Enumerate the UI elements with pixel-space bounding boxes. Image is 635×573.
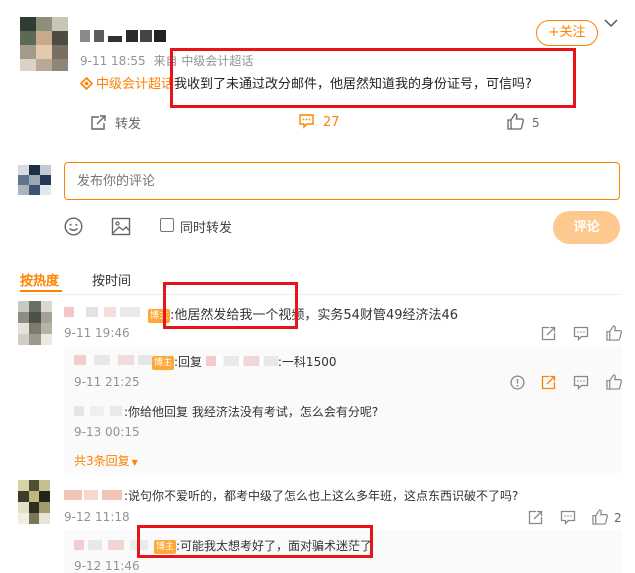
image-icon[interactable] <box>111 217 131 236</box>
topic-tag-link[interactable]: 中级会计超话 <box>96 77 174 92</box>
reply-icon[interactable] <box>573 326 589 341</box>
like-count: 2 <box>614 511 622 525</box>
reply-text: :你给他回复 我经济法没有考试，怎么会有分呢? <box>124 405 379 419</box>
submit-comment-button[interactable]: 评论 <box>553 211 620 244</box>
reply-time: 9-13 00:15 <box>74 425 140 439</box>
share-icon[interactable] <box>541 326 556 341</box>
topic-tag-icon <box>80 77 93 90</box>
follow-label: +关注 <box>548 25 586 40</box>
highlight-box-post <box>170 48 576 108</box>
more-replies-label: 共3条回复 <box>74 454 130 468</box>
reply-icon[interactable] <box>560 510 576 525</box>
thumbs-up-icon[interactable] <box>606 374 622 390</box>
reply-time: 9-11 21:25 <box>74 375 140 389</box>
sort-tab-hot[interactable]: 按热度 <box>20 270 59 289</box>
repost-icon <box>90 115 107 131</box>
comment-button[interactable]: 27 <box>298 113 340 130</box>
my-avatar <box>18 165 51 195</box>
reply-icon[interactable] <box>573 375 589 390</box>
comment-time: 9-11 19:46 <box>64 326 130 340</box>
emoji-icon[interactable] <box>64 217 83 236</box>
comment-input[interactable] <box>64 162 620 200</box>
comment-icon <box>298 113 315 129</box>
comment-time: 9-12 11:18 <box>64 510 130 524</box>
caret-down-icon: ▼ <box>131 458 138 467</box>
thumbs-up-icon[interactable] <box>606 325 622 341</box>
like-button[interactable]: 5 <box>507 113 540 130</box>
reply-text: :回复 <box>174 355 203 369</box>
thumbs-up-icon <box>507 113 524 130</box>
chevron-down-icon[interactable] <box>604 18 618 28</box>
highlight-box-comment-1 <box>163 282 298 329</box>
commenter-name[interactable] <box>64 490 124 500</box>
commenter-name[interactable] <box>74 355 152 365</box>
thumbs-up-icon <box>592 509 608 525</box>
poster-name[interactable] <box>80 28 168 44</box>
commenter-name[interactable] <box>74 406 124 416</box>
reply-text-tail: :一科1500 <box>277 355 337 369</box>
follow-button[interactable]: +关注 <box>536 20 598 46</box>
highlight-box-comment-2 <box>137 525 373 558</box>
more-replies-link[interactable]: 共3条回复 ▼ <box>74 452 138 469</box>
commenter-avatar[interactable] <box>18 480 50 524</box>
commenter-avatar[interactable] <box>18 301 52 345</box>
share-icon[interactable] <box>528 510 543 525</box>
repost-checkbox[interactable] <box>160 218 174 232</box>
repost-label: 转发 <box>115 117 142 132</box>
sort-divider <box>20 294 622 295</box>
comment-count: 27 <box>323 115 340 130</box>
reply-target-name[interactable] <box>205 356 278 366</box>
like-button[interactable]: 2 <box>592 509 622 525</box>
poster-avatar[interactable] <box>20 17 68 71</box>
comment-text: :说句你不爱听的，都考中级了怎么也上这么多年班，这点东西识破不了吗? <box>124 489 519 503</box>
submit-label: 评论 <box>573 220 600 235</box>
repost-button[interactable]: 转发 <box>90 113 141 132</box>
post-time[interactable]: 9-11 18:55 <box>80 54 146 68</box>
reply-time: 9-12 11:46 <box>74 559 140 573</box>
sort-tab-time[interactable]: 按时间 <box>92 270 131 289</box>
sort-tab-hot-underline <box>20 290 62 292</box>
author-badge: 博主 <box>152 356 175 370</box>
like-count: 5 <box>532 116 540 130</box>
share-icon[interactable] <box>541 375 556 390</box>
repost-option-label[interactable]: 同时转发 <box>180 217 232 236</box>
commenter-name[interactable] <box>64 307 144 317</box>
report-icon[interactable] <box>510 375 525 390</box>
